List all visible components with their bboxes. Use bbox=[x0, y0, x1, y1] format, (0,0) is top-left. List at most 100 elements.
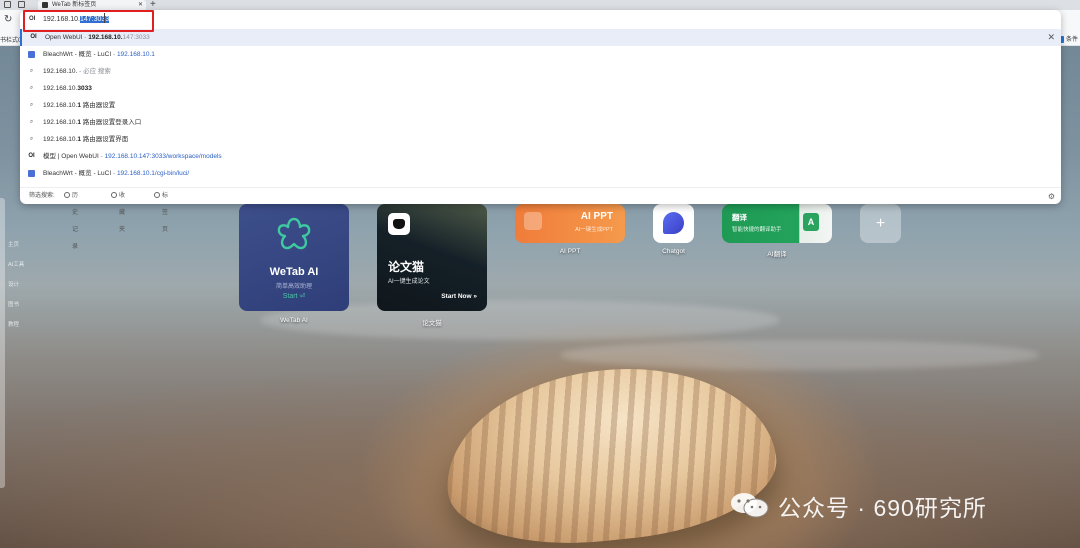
tab-wetab[interactable]: WeTab 新标签页 ✕ bbox=[38, 0, 146, 10]
search-icon: ⌕ bbox=[29, 119, 34, 125]
ai-translate-tile[interactable]: 翻译 智能快捷的翻译助手 A bbox=[722, 204, 832, 243]
tab-title: WeTab 新标签页 bbox=[52, 2, 97, 8]
translate-subtitle: 智能快捷的翻译助手 bbox=[732, 227, 782, 233]
chatgot-tile[interactable] bbox=[653, 204, 694, 243]
suggestion-text-part: BleachWrt - 概览 - LuCI bbox=[43, 51, 112, 58]
search-icon: ⌕ bbox=[29, 68, 34, 74]
wetab-subtitle: 简单高效助理 bbox=[275, 284, 312, 290]
chatgot-caption: Chatgot bbox=[662, 248, 685, 255]
chatgot-logo-icon bbox=[663, 212, 684, 234]
workspaces-icon[interactable] bbox=[4, 1, 11, 8]
history-label: 历史记录 bbox=[72, 193, 79, 250]
suggestion-text-part: 3033 bbox=[77, 85, 92, 92]
ai-ppt-tile[interactable]: AI PPT AI一键生成PPT bbox=[515, 204, 625, 243]
search-icon: ⌕ bbox=[29, 102, 34, 108]
sidebar-item-books[interactable]: 图书 bbox=[8, 300, 19, 308]
filter-history-button[interactable]: 历史记录 bbox=[64, 188, 78, 250]
omnibox-footer: 筛选搜索: 历史记录 收藏夹 标签页 ⚙ bbox=[20, 187, 1061, 250]
tab-strip: WeTab 新标签页 ✕ + bbox=[0, 0, 1080, 10]
wetab-ai-tile[interactable]: WeTab AI 简单高效助理 Start ⏎ bbox=[239, 204, 349, 311]
wallpaper-wave bbox=[560, 340, 1040, 370]
wetab-start-button[interactable]: Start ⏎ bbox=[239, 292, 349, 300]
suggestion-text-part: 1/cgi-bin/luci/ bbox=[151, 170, 190, 177]
suggestion-text-part: 1 bbox=[151, 51, 155, 58]
cat-logo-icon bbox=[388, 213, 410, 235]
star-icon bbox=[111, 192, 117, 199]
suggestion-text: 模型 | Open WebUI - 192.168.10.147:3033/wo… bbox=[43, 148, 222, 165]
suggestion-item[interactable]: OI Open WebUI - 192.168.10.147:3033 ✕ bbox=[20, 29, 1061, 46]
suggestion-text-part: 192.168.10. bbox=[88, 34, 123, 41]
filter-tabs-button[interactable]: 标签页 bbox=[154, 188, 168, 233]
ppt-subtitle: AI一键生成PPT bbox=[575, 227, 613, 233]
openwebui-favicon-icon: OI bbox=[28, 153, 35, 159]
ppt-caption: AI PPT bbox=[559, 248, 581, 255]
wetab-favicon-icon bbox=[42, 2, 48, 8]
suggestion-text: 192.168.10.1 路由器设置 bbox=[43, 97, 115, 114]
favorites-label: 收藏夹 bbox=[119, 193, 126, 233]
site-favicon-icon bbox=[28, 170, 35, 177]
tabs-icon bbox=[154, 192, 160, 199]
remove-suggestion-icon[interactable]: ✕ bbox=[1047, 29, 1055, 46]
wetab-title: WeTab AI bbox=[269, 266, 319, 278]
sidebar-item-ai-tools[interactable]: AI工具 bbox=[8, 260, 24, 268]
wechat-logo-icon bbox=[731, 493, 769, 518]
suggestion-item[interactable]: ⌕ 192.168.10.1 路由器设置界面 bbox=[20, 131, 1061, 148]
search-icon: ⌕ bbox=[29, 136, 34, 142]
translate-icon: A bbox=[803, 213, 819, 231]
gear-icon[interactable]: ⚙ bbox=[1048, 188, 1055, 205]
suggestion-text-part: BleachWrt - 概览 - LuCI bbox=[43, 170, 112, 177]
translate-title: 翻译 bbox=[732, 213, 747, 222]
wetab-flower-icon bbox=[277, 217, 311, 250]
bookmark-label: 条件 bbox=[1065, 37, 1078, 43]
suggestion-text-part: 模型 | Open WebUI bbox=[43, 153, 99, 160]
reload-icon[interactable]: ↻ bbox=[4, 15, 14, 25]
openwebui-favicon-icon: OI bbox=[30, 34, 37, 40]
paper-caption: 论文猫 bbox=[422, 320, 442, 327]
address-input[interactable]: OI 192.168.10.147:3033 bbox=[20, 10, 1061, 30]
suggestion-text-part: 147:3033 bbox=[122, 34, 150, 41]
sidebar-item-home[interactable]: 主页 bbox=[8, 240, 19, 248]
tab-actions-icon[interactable] bbox=[18, 1, 25, 8]
wetab-caption: WeTab AI bbox=[280, 317, 308, 324]
paper-cat-tile[interactable]: 论文猫 AI一键生成论文 Start Now » bbox=[377, 204, 487, 311]
watermark-text: 公众号 · 690研究所 bbox=[778, 495, 987, 521]
suggestion-item[interactable]: ⌕ 192.168.10.1 路由器设置登录入口 bbox=[20, 114, 1061, 131]
translate-caption: AI翻译 bbox=[767, 251, 787, 258]
suggestion-text-part: 192.168.10. bbox=[43, 102, 78, 109]
sidebar[interactable] bbox=[0, 198, 5, 488]
suggestion-text-part: 192.168.10. bbox=[43, 68, 78, 75]
sidebar-item-design[interactable]: 设计 bbox=[8, 280, 19, 288]
ppt-title: AI PPT bbox=[580, 211, 613, 222]
suggestion-text-part: 192.168.10. bbox=[43, 136, 78, 143]
paper-start-button[interactable]: Start Now » bbox=[441, 293, 477, 300]
suggestion-item[interactable]: ⌕ 192.168.10.3033 bbox=[20, 80, 1061, 97]
suggestion-item[interactable]: BleachWrt - 概览 - LuCI - 192.168.10.1 bbox=[20, 46, 1061, 63]
paper-title: 论文猫 bbox=[388, 260, 425, 274]
suggestion-text: 192.168.10.1 路由器设置界面 bbox=[43, 131, 128, 148]
chat-bubble-icon bbox=[524, 212, 542, 230]
filter-favorites-button[interactable]: 收藏夹 bbox=[111, 188, 125, 233]
suggestion-item[interactable]: ⌕ 192.168.10. - 必应 搜索 bbox=[20, 63, 1061, 80]
suggestion-text: 192.168.10.3033 bbox=[43, 80, 92, 97]
clock-icon bbox=[64, 192, 70, 199]
sidebar-item-tutorials[interactable]: 教程 bbox=[8, 320, 19, 328]
add-shortcut-tile[interactable]: + bbox=[860, 204, 901, 243]
suggestion-item[interactable]: BleachWrt - 概览 - LuCI - 192.168.10.1/cgi… bbox=[20, 165, 1061, 182]
suggestion-text-part: 路由器设置登录入口 bbox=[80, 119, 142, 126]
paper-subtitle: AI一键生成论文 bbox=[388, 279, 430, 285]
suggestion-item[interactable]: ⌕ 192.168.10.1 路由器设置 bbox=[20, 97, 1061, 114]
filter-search-label: 筛选搜索: bbox=[29, 193, 55, 199]
suggestion-text-part: 192.168.10. bbox=[104, 153, 139, 160]
suggestion-text-part: Open WebUI bbox=[45, 34, 83, 41]
new-tab-button[interactable]: + bbox=[150, 0, 156, 10]
address-bar-dropdown: OI 192.168.10.147:3033 OI Open WebUI - 19… bbox=[20, 10, 1061, 250]
plus-icon: + bbox=[875, 215, 886, 232]
suggestion-item[interactable]: OI 模型 | Open WebUI - 192.168.10.147:3033/… bbox=[20, 148, 1061, 165]
suggestion-text-part: 192.168.10. bbox=[116, 170, 152, 177]
annotation-highlight-box bbox=[23, 10, 154, 32]
suggestion-text-part: - 必应 搜索 bbox=[77, 68, 111, 75]
suggestion-text-part: 192.168.10. bbox=[116, 51, 152, 58]
site-favicon-icon bbox=[28, 51, 35, 58]
tab-close-icon[interactable]: ✕ bbox=[138, 0, 143, 10]
suggestion-text-part: 192.168.10. bbox=[43, 85, 78, 92]
